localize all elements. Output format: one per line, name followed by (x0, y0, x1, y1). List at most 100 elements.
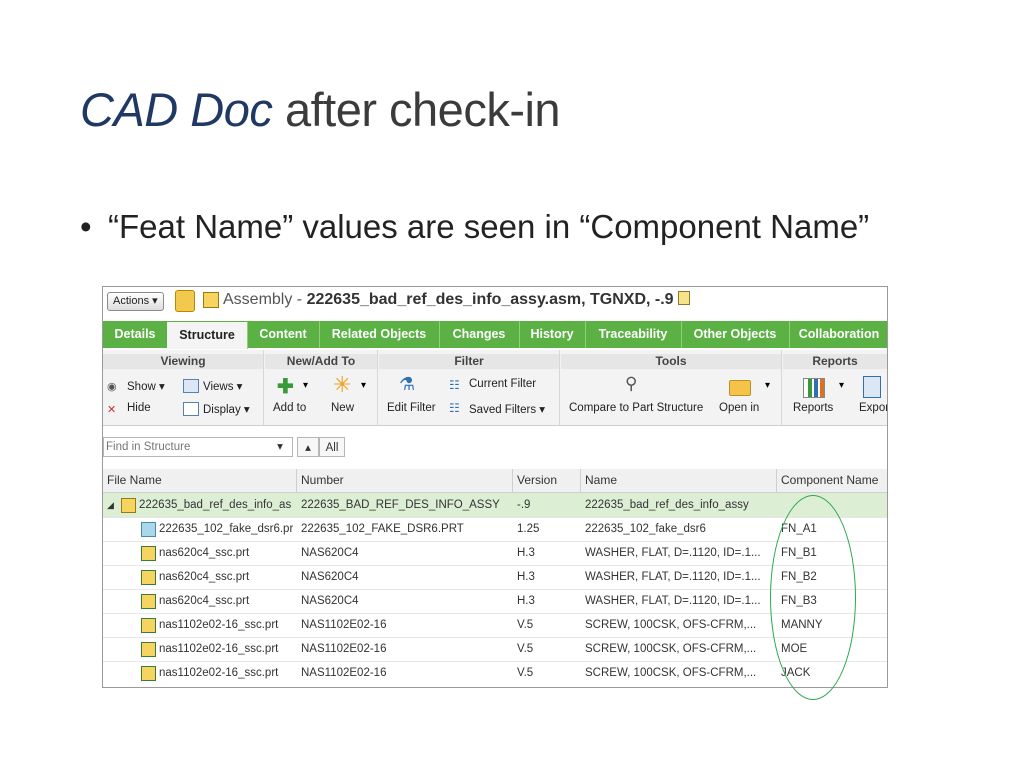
add-to-button[interactable]: Add to (273, 402, 306, 414)
tab-related-objects[interactable]: Related Objects (319, 321, 440, 348)
column-header-component-name[interactable]: Component Name (777, 469, 887, 492)
new-button[interactable]: New (331, 402, 354, 414)
edit-filter-button[interactable]: Edit Filter (387, 402, 436, 414)
table-row[interactable]: ◢ 222635_bad_ref_des_info_as 222635_BAD_… (103, 493, 887, 518)
group-title-new-add: New/Add To (265, 354, 377, 369)
saved-filters-icon: ☷ (449, 401, 460, 415)
number-cell: NAS620C4 (301, 547, 359, 559)
compare-icon: ⚲ (625, 374, 638, 393)
version-cell: H.3 (517, 547, 535, 559)
part-icon (141, 570, 156, 585)
file-name-cell: 222635_102_fake_dsr6.pr (159, 523, 294, 535)
file-name-cell: nas1102e02-16_ssc.prt (159, 619, 279, 631)
version-cell: V.5 (517, 643, 534, 655)
views-icon (183, 379, 199, 393)
hide-icon: ✕ (107, 404, 117, 416)
part-icon (141, 618, 156, 633)
column-header-version[interactable]: Version (513, 469, 581, 492)
tab-traceability[interactable]: Traceability (585, 321, 682, 348)
collapse-icon[interactable]: ◢ (107, 493, 114, 517)
part-icon (141, 546, 156, 561)
bullet-point: • “Feat Name” values are seen in “Compone… (80, 208, 869, 246)
column-header-number[interactable]: Number (297, 469, 513, 492)
add-to-icon: ✚ (277, 376, 294, 398)
new-icon: ✳ (333, 372, 352, 397)
group-title-reports: Reports (783, 354, 887, 369)
actions-button[interactable]: Actions ▾ (107, 292, 164, 311)
slide-title-rest: after check-in (284, 83, 561, 136)
chevron-down-icon: ▾ (361, 380, 367, 391)
drawing-icon (141, 522, 156, 537)
version-cell: V.5 (517, 667, 534, 679)
views-menu[interactable]: Views ▾ (203, 379, 242, 393)
file-name-cell: nas1102e02-16_ssc.prt (159, 667, 279, 679)
edit-filter-icon: ⚗ (399, 374, 416, 394)
ribbon-group-filter: Filter ⚗ Edit Filter ☷ Current Filter ☷ … (379, 350, 560, 425)
name-cell: 222635_bad_ref_des_info_assy (585, 499, 749, 511)
tab-collaboration[interactable]: Collaboration (789, 321, 887, 348)
table-row[interactable]: nas620c4_ssc.prt NAS620C4 H.3 WASHER, FL… (103, 541, 887, 566)
reports-icon (803, 378, 825, 398)
ribbon-group-tools: Tools ⚲ Compare to Part Structure ▾ Open… (561, 350, 782, 425)
tab-structure[interactable]: Structure (167, 321, 248, 349)
export-icon (863, 376, 881, 398)
display-icon (183, 402, 199, 416)
current-filter-button[interactable]: Current Filter (469, 378, 536, 390)
part-icon (141, 594, 156, 609)
find-in-structure-input[interactable] (103, 437, 293, 457)
table-row[interactable]: nas1102e02-16_ssc.prt NAS1102E02-16 V.5 … (103, 613, 887, 638)
file-name-cell: nas620c4_ssc.prt (159, 571, 250, 583)
table-row[interactable]: nas1102e02-16_ssc.prt NAS1102E02-16 V.5 … (103, 637, 887, 662)
column-header-file-name[interactable]: File Name (103, 469, 297, 492)
find-all-button[interactable]: All (319, 437, 345, 457)
find-previous-button[interactable]: ▴ (297, 437, 319, 457)
version-cell: H.3 (517, 595, 535, 607)
open-in-button[interactable]: Open in (719, 402, 759, 414)
display-label: Display (203, 404, 241, 416)
display-menu[interactable]: Display ▾ (203, 402, 250, 416)
name-cell: SCREW, 100CSK, OFS-CFRM,... (585, 643, 757, 655)
chevron-down-icon: ▾ (839, 380, 845, 391)
table-row[interactable]: 222635_102_fake_dsr6.pr 222635_102_FAKE_… (103, 517, 887, 542)
part-icon (141, 642, 156, 657)
number-cell: NAS1102E02-16 (301, 667, 387, 679)
file-name-cell: nas620c4_ssc.prt (159, 547, 250, 559)
group-title-viewing: Viewing (103, 354, 263, 369)
chevron-down-icon: ▾ (303, 380, 309, 391)
export-button[interactable]: Expor (859, 402, 887, 414)
ribbon-group-reports: Reports ▾ Reports Expor (783, 350, 887, 425)
tab-history[interactable]: History (519, 321, 586, 348)
table-row[interactable]: nas1102e02-16_ssc.prt NAS1102E02-16 V.5 … (103, 661, 887, 685)
object-identity: 222635_bad_ref_des_info_assy.asm, TGNXD,… (306, 291, 674, 308)
ribbon-group-viewing: Viewing ◉ Show ▾ ✕ Hide Views ▾ Display … (103, 350, 264, 425)
show-menu[interactable]: Show ▾ (127, 379, 165, 393)
number-cell: 222635_BAD_REF_DES_INFO_ASSY (301, 499, 500, 511)
workspace-icon[interactable] (175, 290, 195, 312)
find-bar: ▾ ▴ All (103, 437, 887, 459)
column-header-name[interactable]: Name (581, 469, 777, 492)
tab-changes[interactable]: Changes (439, 321, 520, 348)
reports-button[interactable]: Reports (793, 402, 833, 414)
ribbon-toolbar: Viewing ◉ Show ▾ ✕ Hide Views ▾ Display … (103, 350, 887, 426)
bullet-text: “Feat Name” values are seen in “Componen… (108, 208, 870, 245)
hide-button[interactable]: Hide (127, 402, 151, 414)
document-icon (678, 291, 691, 305)
tab-bar: Details Structure Content Related Object… (103, 321, 887, 349)
tab-other-objects[interactable]: Other Objects (681, 321, 790, 348)
saved-filters-menu[interactable]: Saved Filters ▾ (469, 402, 545, 416)
object-title: Assembly - 222635_bad_ref_des_info_assy.… (223, 291, 691, 309)
name-cell: SCREW, 100CSK, OFS-CFRM,... (585, 667, 757, 679)
tab-content[interactable]: Content (247, 321, 320, 348)
slide-title: CAD Doc after check-in (80, 82, 561, 137)
number-cell: 222635_102_FAKE_DSR6.PRT (301, 523, 464, 535)
bullet-dot-icon: • (80, 208, 92, 245)
tab-details[interactable]: Details (103, 321, 168, 348)
assembly-icon (203, 292, 219, 308)
number-cell: NAS1102E02-16 (301, 619, 387, 631)
folder-icon (729, 380, 751, 396)
ribbon-group-new-add: New/Add To ✚ ▾ Add to ✳ ▾ New (265, 350, 378, 425)
compare-to-part-structure-button[interactable]: Compare to Part Structure (569, 402, 703, 414)
eye-icon: ◉ (107, 381, 117, 393)
chevron-down-icon[interactable]: ▾ (267, 437, 293, 457)
table-header: File Name Number Version Name Component … (103, 469, 887, 493)
